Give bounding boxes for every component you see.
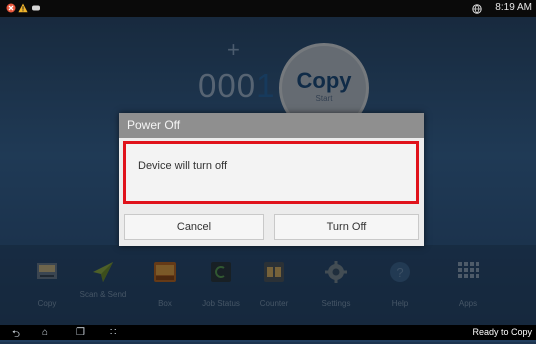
device-status: Ready to Copy [472,327,532,337]
navigation-bar: ⮌ ⌂ ❐ ∷ Ready to Copy [0,325,536,340]
notification-icon [32,5,40,11]
home-icon[interactable]: ⌂ [42,327,48,338]
recent-apps-icon[interactable]: ❐ [76,327,85,338]
back-icon[interactable]: ⮌ [12,327,20,344]
power-off-dialog: Power Off Device will turn off Cancel Tu… [119,113,424,246]
error-icon [6,3,16,13]
dialog-message-box: Device will turn off [123,141,419,204]
clock: 8:19 AM [495,2,532,13]
dialog-title: Power Off [119,113,424,138]
status-bar: 8:19 AM [0,0,536,17]
turn-off-button[interactable]: Turn Off [274,214,419,240]
globe-icon [472,4,482,14]
grid-icon[interactable]: ∷ [110,327,116,338]
cancel-button[interactable]: Cancel [124,214,264,240]
warning-icon [18,3,28,13]
dialog-message: Device will turn off [138,160,228,172]
